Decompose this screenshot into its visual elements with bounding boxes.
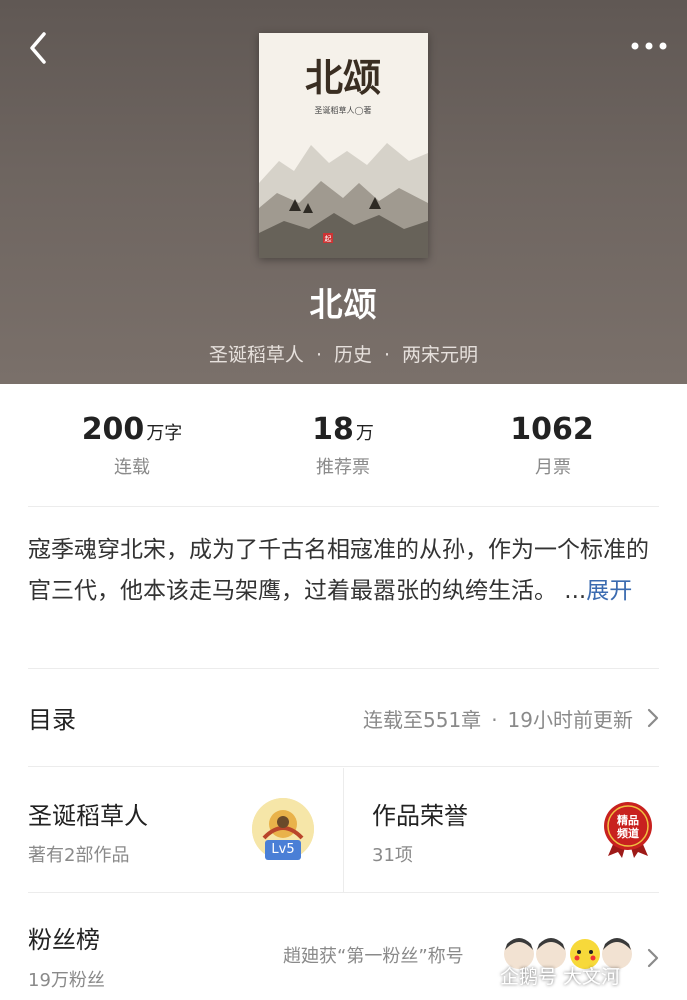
chevron-right-icon — [647, 708, 659, 728]
stat-monthly-votes[interactable]: 1062 月票 — [443, 412, 663, 479]
more-button[interactable] — [629, 36, 669, 56]
svg-text:起: 起 — [325, 235, 332, 243]
chevron-right-icon — [647, 948, 659, 968]
description-text: 寇季魂穿北宋，成为了千古名相寇准的从孙，作为一个标准的官三代，他本该走马架鹰，过… — [28, 537, 649, 604]
book-title: 北颂 — [309, 285, 378, 324]
stat-word-count: 200 万字 连载 — [81, 412, 183, 478]
book-description: 寇季魂穿北宋，成为了千古名相寇准的从孙，作为一个标准的官三代，他本该走马架鹰，过… — [28, 530, 668, 612]
cover-title: 北颂 — [305, 55, 381, 100]
expand-link[interactable]: 展开 — [586, 578, 632, 604]
svg-text:精品: 精品 — [617, 813, 639, 827]
svg-text:频道: 频道 — [617, 826, 639, 840]
stat-recommend-votes[interactable]: 18 万 推荐票 — [233, 412, 453, 479]
medal-icon: 精品 频道 — [604, 802, 652, 858]
divider — [28, 668, 659, 669]
divider — [28, 892, 659, 893]
table-of-contents-row[interactable]: 目录 连载至551章 · 19小时前更新 — [28, 690, 659, 746]
cover-author: 圣诞稻草人◯著 — [315, 105, 372, 115]
genre-link[interactable]: 历史 — [334, 344, 372, 366]
back-button[interactable] — [22, 28, 56, 68]
fans-count: 19万粉丝 — [28, 970, 105, 991]
more-dots-icon — [631, 42, 667, 50]
divider — [28, 506, 659, 507]
level-badge: Lv5 — [265, 840, 301, 860]
author-link[interactable]: 圣诞稻草人 — [209, 344, 304, 366]
book-meta: 圣诞稻草人 · 历史 · 两宋元明 — [208, 344, 479, 366]
book-cover[interactable]: 北颂 圣诞稻草人◯著 起 — [259, 33, 428, 258]
book-stats: 200 万字 连载 18 万 推荐票 1062 月票 — [0, 412, 687, 482]
vertical-divider — [343, 768, 344, 892]
cover-artwork: 北颂 圣诞稻草人◯著 起 — [259, 33, 428, 258]
toc-title: 目录 — [28, 706, 76, 734]
chevron-left-icon — [30, 32, 46, 64]
watermark: 企鹅号 大文河 — [500, 966, 621, 988]
toc-info: 连载至551章 · 19小时前更新 — [363, 708, 633, 732]
top-fan-text: 趙廸获“第一粉丝”称号 — [283, 946, 464, 967]
book-header: 北颂 圣诞稻草人◯著 起 北颂 圣诞稻草人 · 历史 · 两宋元明 — [0, 0, 687, 384]
divider — [28, 766, 659, 767]
fans-title: 粉丝榜 — [28, 926, 100, 954]
subgenre-link[interactable]: 两宋元明 — [402, 344, 478, 366]
